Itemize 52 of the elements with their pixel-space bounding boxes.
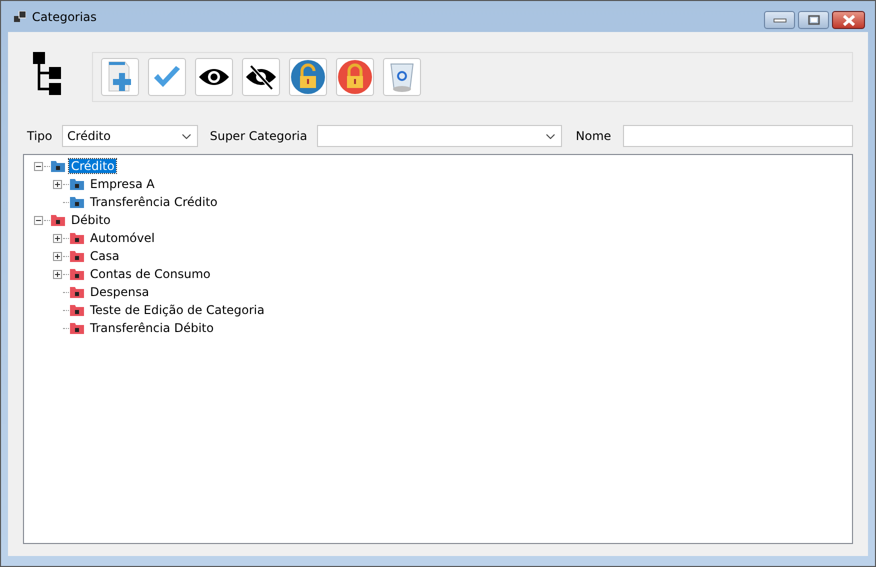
confirm-button[interactable] — [148, 58, 186, 96]
eye-icon — [198, 67, 230, 87]
tree-node[interactable]: Crédito — [69, 159, 116, 173]
maximize-button[interactable] — [798, 11, 829, 29]
type-dropdown[interactable]: Crédito — [62, 125, 198, 147]
name-input[interactable] — [623, 125, 853, 147]
close-button[interactable] — [832, 11, 865, 29]
open-padlock-icon — [291, 60, 325, 94]
expand-icon[interactable] — [53, 270, 62, 278]
collapse-icon[interactable] — [34, 162, 43, 170]
window-title: Categorias — [32, 10, 97, 24]
new-button[interactable] — [101, 58, 139, 96]
unlock-button[interactable] — [289, 58, 327, 96]
name-label: Nome — [576, 129, 612, 143]
show-button[interactable] — [195, 58, 233, 96]
hide-button[interactable] — [242, 58, 280, 96]
tree-node[interactable]: Casa — [88, 249, 122, 263]
chevron-down-icon — [182, 134, 191, 138]
folder-icon — [70, 232, 84, 244]
folder-icon — [70, 268, 84, 280]
expand-icon[interactable] — [53, 180, 62, 188]
super-category-label: Super Categoria — [210, 129, 308, 143]
hidden-eye-icon — [245, 64, 277, 90]
minimize-button[interactable] — [764, 11, 795, 29]
folder-icon — [70, 178, 84, 190]
hierarchy-icon — [33, 52, 61, 96]
close-icon — [842, 14, 856, 26]
expand-icon[interactable] — [53, 234, 62, 242]
folder-icon — [70, 304, 84, 316]
tree-node[interactable]: Débito — [69, 213, 113, 227]
collapse-icon[interactable] — [34, 216, 43, 224]
expand-icon[interactable] — [53, 252, 62, 260]
lock-button[interactable] — [336, 58, 374, 96]
maximize-icon — [808, 15, 820, 25]
folder-icon — [70, 196, 84, 208]
folder-icon — [70, 250, 84, 262]
tree-node[interactable]: Transferência Débito — [88, 321, 216, 335]
folder-icon — [70, 322, 84, 334]
minimize-icon — [772, 18, 786, 22]
chevron-down-icon — [546, 134, 555, 138]
tree-node[interactable]: Empresa A — [88, 177, 157, 191]
tree-node[interactable]: Teste de Edição de Categoria — [88, 303, 266, 317]
recycle-bin-icon — [389, 61, 415, 93]
delete-button[interactable] — [383, 58, 421, 96]
folder-icon — [70, 286, 84, 298]
tree-node[interactable]: Automóvel — [88, 231, 157, 245]
app-icon — [14, 10, 26, 22]
tree-node[interactable]: Contas de Consumo — [88, 267, 212, 281]
padlock-icon — [338, 60, 372, 94]
type-label: Tipo — [27, 129, 52, 143]
tree-node[interactable]: Transferência Crédito — [88, 195, 220, 209]
tree-node[interactable]: Despensa — [88, 285, 152, 299]
